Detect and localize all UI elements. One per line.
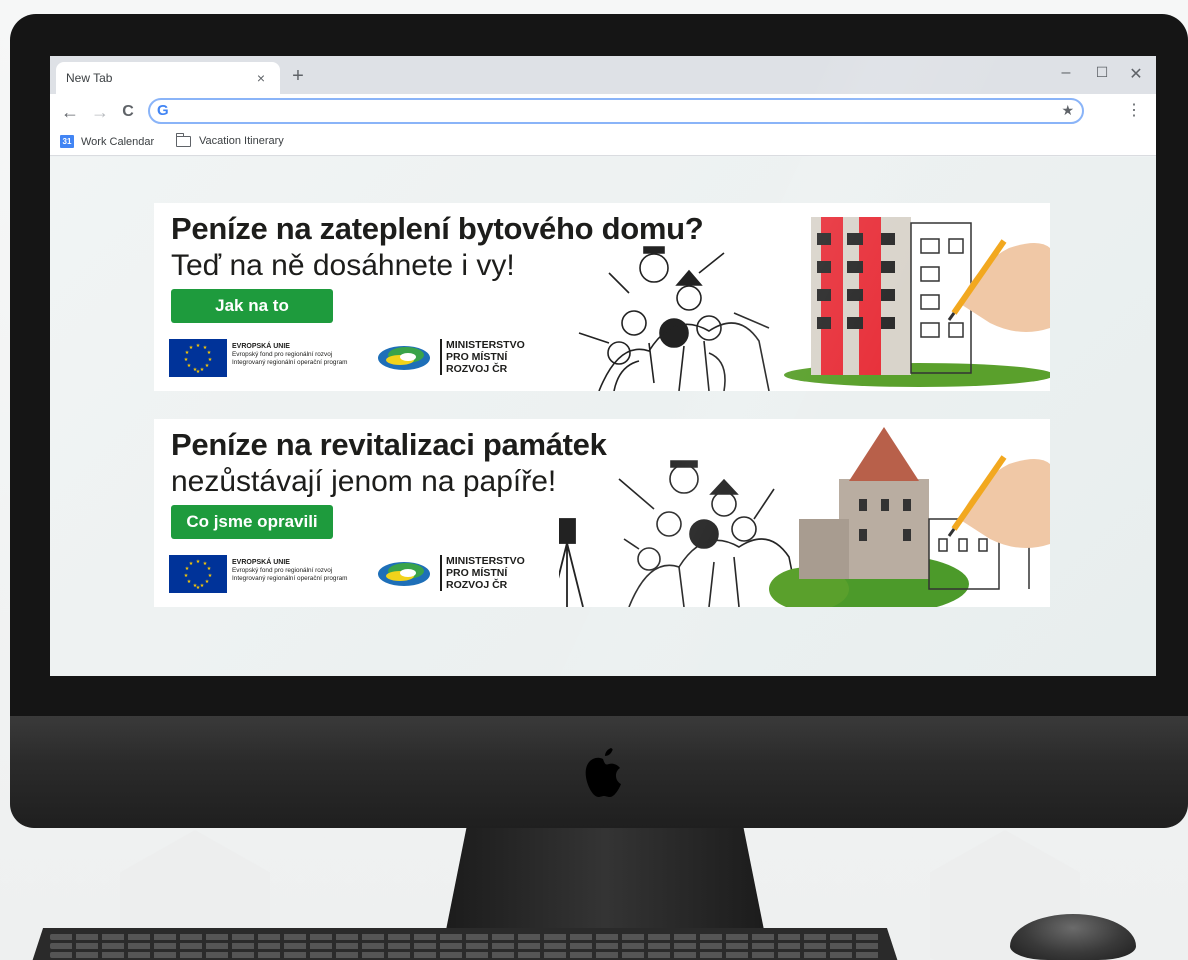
banner-illustration-castle xyxy=(559,427,1050,607)
back-button[interactable]: ← xyxy=(58,100,82,124)
eu-program-text: EVROPSKÁ UNIE Evropský fond pro regionál… xyxy=(232,559,348,582)
cta-button-jak-na-to[interactable]: Jak na to xyxy=(171,289,333,323)
minimize-button[interactable]: – xyxy=(1056,64,1076,82)
bookmark-work-calendar[interactable]: 31 Work Calendar xyxy=(60,135,154,148)
address-bar[interactable]: G ★ xyxy=(148,98,1084,124)
new-tab-button[interactable]: + xyxy=(286,65,310,88)
svg-text:★: ★ xyxy=(196,343,201,349)
svg-text:★: ★ xyxy=(187,579,192,585)
svg-text:★: ★ xyxy=(205,579,210,585)
svg-text:★: ★ xyxy=(184,357,189,363)
folder-icon xyxy=(175,132,191,147)
eu-program-text: EVROPSKÁ UNIE Evropský fond pro regionál… xyxy=(232,343,348,366)
browser-toolbar: ← → C G ★ ⋮ xyxy=(50,94,1156,130)
close-window-button[interactable]: ✕ xyxy=(1126,64,1146,84)
tab-title: New Tab xyxy=(66,71,113,85)
bookmark-label: Vacation Itinerary xyxy=(199,135,284,147)
ministry-logo-icon xyxy=(378,562,430,586)
bookmark-star-icon[interactable]: ★ xyxy=(1061,102,1074,119)
svg-text:★: ★ xyxy=(196,369,201,375)
svg-text:★: ★ xyxy=(205,363,210,369)
keyboard xyxy=(30,928,900,960)
eu-flag-icon: ★ ★ ★ ★ ★ ★ ★ ★ ★ ★ ★ ★ xyxy=(169,555,227,593)
apple-logo-icon xyxy=(585,748,621,797)
page-content: Peníze na zateplení bytového domu? Teď n… xyxy=(50,157,1156,676)
ministry-name: MINISTERSTVO PRO MÍSTNÍ ROZVOJ ČR xyxy=(446,555,525,591)
ministry-divider xyxy=(440,555,442,591)
svg-text:★: ★ xyxy=(189,561,194,567)
bookmark-vacation-itinerary[interactable]: Vacation Itinerary xyxy=(175,132,284,147)
cta-button-co-jsme-opravili[interactable]: Co jsme opravili xyxy=(171,505,333,539)
ministry-name: MINISTERSTVO PRO MÍSTNÍ ROZVOJ ČR xyxy=(446,339,525,375)
tab-strip: New Tab × + – ☐ ✕ xyxy=(50,56,1156,94)
svg-text:★: ★ xyxy=(187,363,192,369)
banner-subtitle: Teď na ně dosáhnete i vy! xyxy=(171,249,515,282)
svg-text:★: ★ xyxy=(207,566,212,572)
banner-insulation[interactable]: Peníze na zateplení bytového domu? Teď n… xyxy=(154,203,1050,391)
address-input[interactable] xyxy=(180,102,1040,120)
calendar-icon: 31 xyxy=(60,135,74,148)
svg-text:★: ★ xyxy=(207,350,212,356)
bookmarks-bar: 31 Work Calendar Vacation Itinerary xyxy=(50,130,1156,156)
browser-menu-icon[interactable]: ⋮ xyxy=(1126,100,1142,120)
browser-window: New Tab × + – ☐ ✕ ← → C G ★ ⋮ 31 Work Ca… xyxy=(50,56,1156,676)
svg-text:★: ★ xyxy=(200,583,205,589)
tab-new-tab[interactable]: New Tab × xyxy=(56,62,280,94)
svg-text:★: ★ xyxy=(189,345,194,351)
forward-button[interactable]: → xyxy=(88,100,112,124)
eu-flag-icon: ★ ★ ★ ★ ★ ★ ★ ★ ★ ★ ★ ★ xyxy=(169,339,227,377)
banner-monuments[interactable]: Peníze na revitalizaci památek nezůstáva… xyxy=(154,419,1050,607)
ministry-divider xyxy=(440,339,442,375)
banner-subtitle: nezůstávají jenom na papíře! xyxy=(171,465,557,498)
close-tab-icon[interactable]: × xyxy=(252,70,270,86)
ministry-logo-icon xyxy=(378,346,430,370)
svg-text:★: ★ xyxy=(200,367,205,373)
svg-text:★: ★ xyxy=(196,585,201,591)
banner-title: Peníze na revitalizaci památek xyxy=(171,427,607,462)
reload-button[interactable]: C xyxy=(116,100,140,124)
bookmark-label: Work Calendar xyxy=(81,135,155,148)
maximize-button[interactable]: ☐ xyxy=(1092,64,1112,81)
banner-illustration-building xyxy=(578,217,1050,391)
svg-text:★: ★ xyxy=(196,559,201,565)
svg-text:★: ★ xyxy=(184,573,189,579)
google-g-icon: G xyxy=(157,102,169,119)
